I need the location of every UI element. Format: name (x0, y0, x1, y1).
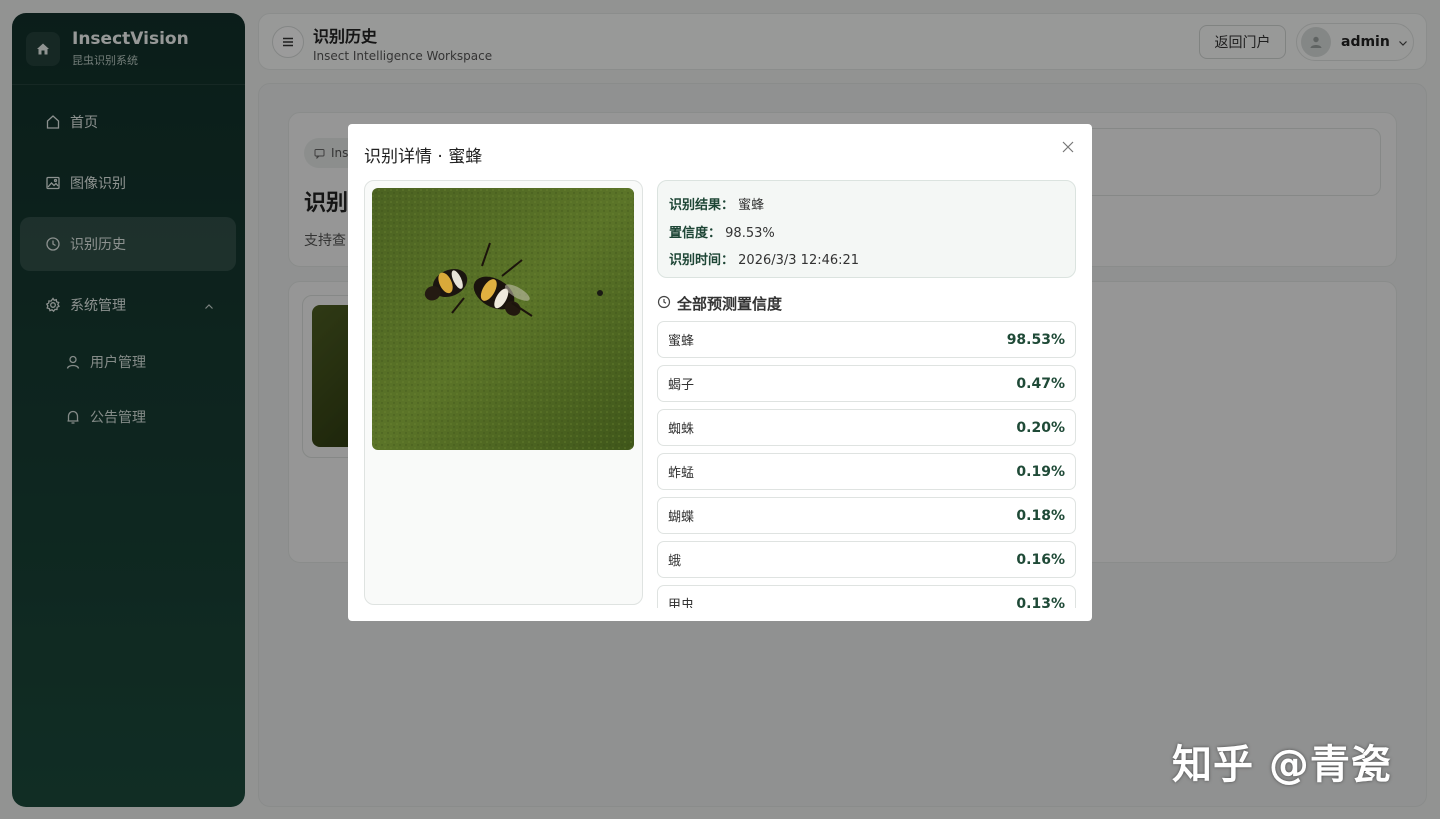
close-icon[interactable] (1062, 138, 1076, 153)
prediction-name: 蜜蜂 (668, 334, 695, 349)
prediction-value: 98.53% (1006, 331, 1065, 348)
prediction-row: 蛾 0.16% (657, 541, 1076, 578)
predictions-list[interactable]: 蜜蜂 98.53% 蝎子 0.47% 蜘蛛 0.20% 蚱蜢 0.19% 蝴蝶 0.18% 蛾 0.1… (657, 321, 1076, 608)
time-value: 2026/3/3 12:46:21 (738, 253, 860, 268)
prediction-row: 蝎子 0.47% (657, 365, 1076, 402)
prediction-value: 0.13% (1016, 595, 1065, 609)
prediction-row: 甲虫 0.13% (657, 585, 1076, 608)
prediction-value: 0.16% (1016, 551, 1065, 568)
prediction-name: 蜘蛛 (668, 422, 695, 437)
result-value: 蜜蜂 (738, 198, 765, 213)
prediction-name: 甲虫 (668, 598, 695, 608)
watermark: 知乎 @青瓷 (1172, 742, 1392, 788)
prediction-row: 蜘蛛 0.20% (657, 409, 1076, 446)
predictions-heading: 全部预测置信度 (657, 293, 782, 314)
prediction-value: 0.18% (1016, 507, 1065, 524)
prediction-name: 蛾 (668, 554, 682, 569)
prediction-name: 蝎子 (668, 378, 695, 393)
prediction-value: 0.20% (1016, 419, 1065, 436)
modal-title: 识别详情 · 蜜蜂 (364, 147, 483, 167)
confidence-line: 置信度： 98.53% (669, 226, 775, 241)
detail-modal: 识别详情 · 蜜蜂 识别结果： 蜜蜂 置信度： 98.53% 识别时间： 202… (348, 124, 1092, 621)
prediction-value: 0.19% (1016, 463, 1065, 480)
result-line: 识别结果： 蜜蜂 (669, 198, 765, 213)
clock-icon (657, 295, 671, 313)
time-line: 识别时间： 2026/3/3 12:46:21 (669, 253, 860, 268)
prediction-row: 蝴蝶 0.18% (657, 497, 1076, 534)
prediction-row: 蚱蜢 0.19% (657, 453, 1076, 490)
prediction-row: 蜜蜂 98.53% (657, 321, 1076, 358)
prediction-name: 蚱蜢 (668, 466, 695, 481)
insect-photo (372, 188, 634, 450)
result-summary: 识别结果： 蜜蜂 置信度： 98.53% 识别时间： 2026/3/3 12:4… (657, 180, 1076, 278)
prediction-value: 0.47% (1016, 375, 1065, 392)
confidence-value: 98.53% (725, 226, 775, 241)
prediction-name: 蝴蝶 (668, 510, 695, 525)
